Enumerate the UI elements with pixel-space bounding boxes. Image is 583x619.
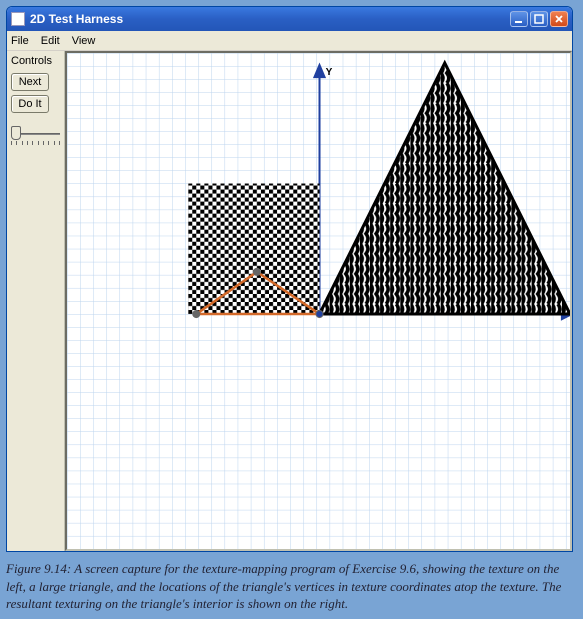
maximize-button[interactable] xyxy=(530,11,548,27)
drawing-canvas[interactable]: Y X xyxy=(65,51,572,551)
client-area: Controls Next Do It xyxy=(7,51,572,551)
slider[interactable] xyxy=(11,123,60,145)
minimize-button[interactable] xyxy=(510,11,528,27)
app-window: 2D Test Harness File Edit View Controls xyxy=(6,6,573,552)
menu-bar: File Edit View xyxy=(7,31,572,51)
menu-edit[interactable]: Edit xyxy=(41,35,60,47)
slider-thumb[interactable] xyxy=(11,126,21,140)
uv-vertex xyxy=(192,310,200,318)
next-button[interactable]: Next xyxy=(11,73,49,91)
texture-swatch xyxy=(188,184,319,315)
menu-file[interactable]: File xyxy=(11,35,29,47)
window-title: 2D Test Harness xyxy=(30,12,510,26)
y-axis-label: Y xyxy=(326,67,333,78)
menu-view[interactable]: View xyxy=(72,35,96,47)
sidebar: Controls Next Do It xyxy=(7,51,65,551)
figure-caption: Figure 9.14: A screen capture for the te… xyxy=(6,560,573,613)
close-button[interactable] xyxy=(550,11,568,27)
doit-button[interactable]: Do It xyxy=(11,95,49,113)
title-bar[interactable]: 2D Test Harness xyxy=(7,7,572,31)
app-icon xyxy=(11,12,25,26)
controls-label: Controls xyxy=(11,55,60,67)
uv-vertex xyxy=(253,268,261,276)
